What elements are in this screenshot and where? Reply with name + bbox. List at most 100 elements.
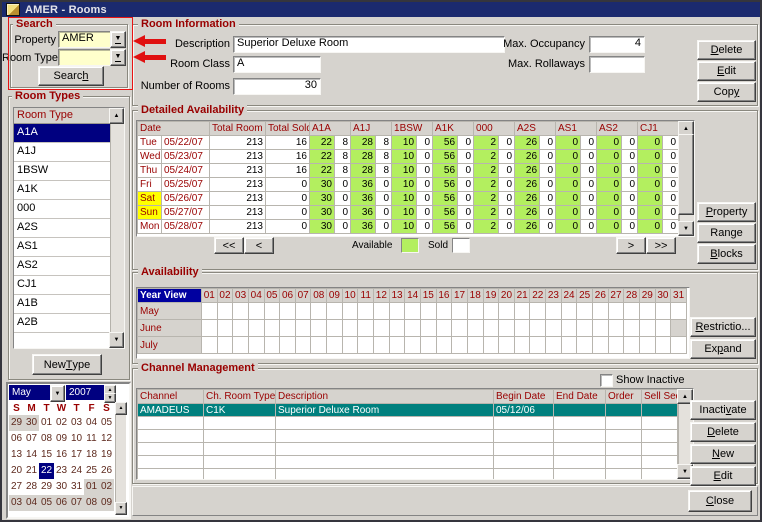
availability-day-cell[interactable] <box>374 337 390 354</box>
availability-day-cell[interactable] <box>546 303 562 320</box>
availability-day-cell[interactable] <box>280 337 296 354</box>
availability-day-cell[interactable] <box>514 320 530 337</box>
max-rollaways-field[interactable] <box>589 56 645 73</box>
delete-channel-button[interactable]: Delete <box>690 422 756 442</box>
availability-day-cell[interactable] <box>499 320 515 337</box>
availability-day-cell[interactable] <box>624 303 640 320</box>
calendar-day[interactable]: 11 <box>84 431 99 447</box>
blocks-button[interactable]: Blocks <box>697 244 756 264</box>
room-type-item[interactable]: A1B <box>14 295 110 314</box>
calendar-scroll-down-icon[interactable]: ▼ <box>115 502 127 515</box>
calendar-day[interactable]: 27 <box>9 479 24 495</box>
availability-day-cell[interactable] <box>561 337 577 354</box>
availability-day-cell[interactable] <box>248 337 264 354</box>
availability-day-cell[interactable] <box>342 320 358 337</box>
description-field[interactable]: Superior Deluxe Room <box>233 36 505 53</box>
availability-day-cell[interactable] <box>311 337 327 354</box>
calendar-day[interactable]: 03 <box>9 495 24 511</box>
availability-day-cell[interactable] <box>264 303 280 320</box>
room-type-item[interactable]: 000 <box>14 200 110 219</box>
availability-day-cell[interactable] <box>452 337 468 354</box>
availability-day-cell[interactable] <box>342 337 358 354</box>
availability-day-cell[interactable] <box>530 320 546 337</box>
room-class-field[interactable]: A <box>233 56 321 73</box>
calendar-day[interactable]: 19 <box>99 447 114 463</box>
calendar-day[interactable]: 30 <box>54 479 69 495</box>
room-types-scroll-up-icon[interactable]: ▲ <box>109 108 124 124</box>
availability-day-cell[interactable] <box>639 337 655 354</box>
availability-day-cell[interactable] <box>389 337 405 354</box>
availability-day-cell[interactable] <box>483 303 499 320</box>
calendar-day[interactable]: 06 <box>54 495 69 511</box>
calendar-day[interactable]: 01 <box>84 479 99 495</box>
calendar-day[interactable]: 21 <box>24 463 39 479</box>
calendar-day[interactable]: 10 <box>69 431 84 447</box>
da-scroll-thumb[interactable] <box>678 134 694 215</box>
availability-day-cell[interactable] <box>233 320 249 337</box>
restrictions-button[interactable]: Restrictio... <box>690 317 756 337</box>
calendar-day[interactable]: 24 <box>69 463 84 479</box>
calendar-day[interactable]: 08 <box>84 495 99 511</box>
da-row[interactable]: Thu05/24/072131622828810056020260000000 <box>138 164 679 178</box>
availability-day-cell[interactable] <box>420 337 436 354</box>
availability-day-cell[interactable] <box>608 320 624 337</box>
availability-day-cell[interactable] <box>358 320 374 337</box>
max-occupancy-field[interactable]: 4 <box>589 36 645 53</box>
availability-day-cell[interactable] <box>452 320 468 337</box>
availability-day-cell[interactable] <box>436 320 452 337</box>
availability-day-cell[interactable] <box>514 303 530 320</box>
availability-day-cell[interactable] <box>655 320 671 337</box>
availability-day-cell[interactable] <box>405 303 421 320</box>
availability-day-cell[interactable] <box>593 337 609 354</box>
availability-day-cell[interactable] <box>608 337 624 354</box>
title-bar[interactable]: AMER - Rooms <box>2 2 760 17</box>
availability-day-cell[interactable] <box>639 320 655 337</box>
availability-day-cell[interactable] <box>327 337 343 354</box>
da-row[interactable]: Sun05/27/07213030036010056020260000000 <box>138 206 679 220</box>
room-type-item[interactable]: A2S <box>14 219 110 238</box>
calendar-day[interactable]: 09 <box>99 495 114 511</box>
room-type-item[interactable]: 1BSW <box>14 162 110 181</box>
availability-day-cell[interactable] <box>295 303 311 320</box>
calendar-day[interactable]: 13 <box>9 447 24 463</box>
availability-day-cell[interactable] <box>655 337 671 354</box>
availability-day-cell[interactable] <box>655 303 671 320</box>
channel-empty-row[interactable] <box>138 456 678 469</box>
availability-day-cell[interactable] <box>233 303 249 320</box>
show-inactive-checkbox[interactable] <box>600 374 613 387</box>
calendar-day[interactable]: 07 <box>24 431 39 447</box>
availability-day-cell[interactable] <box>639 303 655 320</box>
da-page-last-button[interactable]: >> <box>646 237 676 254</box>
calendar-day[interactable]: 29 <box>9 415 24 431</box>
availability-day-cell[interactable] <box>374 320 390 337</box>
calendar-day[interactable]: 25 <box>84 463 99 479</box>
availability-day-cell[interactable] <box>561 320 577 337</box>
calendar-day[interactable]: 05 <box>99 415 114 431</box>
availability-day-cell[interactable] <box>608 303 624 320</box>
availability-day-cell[interactable] <box>342 303 358 320</box>
availability-day-cell[interactable] <box>327 303 343 320</box>
calendar-day[interactable]: 31 <box>69 479 84 495</box>
range-button[interactable]: Range <box>697 223 756 243</box>
availability-day-cell[interactable] <box>577 303 593 320</box>
availability-day-cell[interactable] <box>311 320 327 337</box>
availability-day-cell[interactable] <box>593 320 609 337</box>
availability-day-cell[interactable] <box>405 320 421 337</box>
availability-day-cell[interactable] <box>561 303 577 320</box>
availability-day-cell[interactable] <box>358 303 374 320</box>
room-type-item[interactable]: A1K <box>14 181 110 200</box>
availability-day-cell[interactable] <box>264 320 280 337</box>
expand-button[interactable]: Expand <box>690 339 756 359</box>
availability-day-cell[interactable] <box>202 320 218 337</box>
availability-day-cell[interactable] <box>452 303 468 320</box>
new-type-button[interactable]: New Type <box>32 354 102 375</box>
inactivate-button[interactable]: Inactivate <box>690 400 756 420</box>
availability-day-cell[interactable] <box>499 303 515 320</box>
room-type-item[interactable]: AS1 <box>14 238 110 257</box>
room-types-list[interactable]: Room Type A1AA1J1BSWA1K000A2SAS1AS2CJ1A1… <box>13 107 125 349</box>
da-row[interactable]: Sat05/26/07213030036010056020260000000 <box>138 192 679 206</box>
calendar-day[interactable]: 04 <box>84 415 99 431</box>
calendar-day[interactable]: 26 <box>99 463 114 479</box>
availability-day-cell[interactable] <box>671 337 687 354</box>
availability-day-cell[interactable] <box>280 303 296 320</box>
